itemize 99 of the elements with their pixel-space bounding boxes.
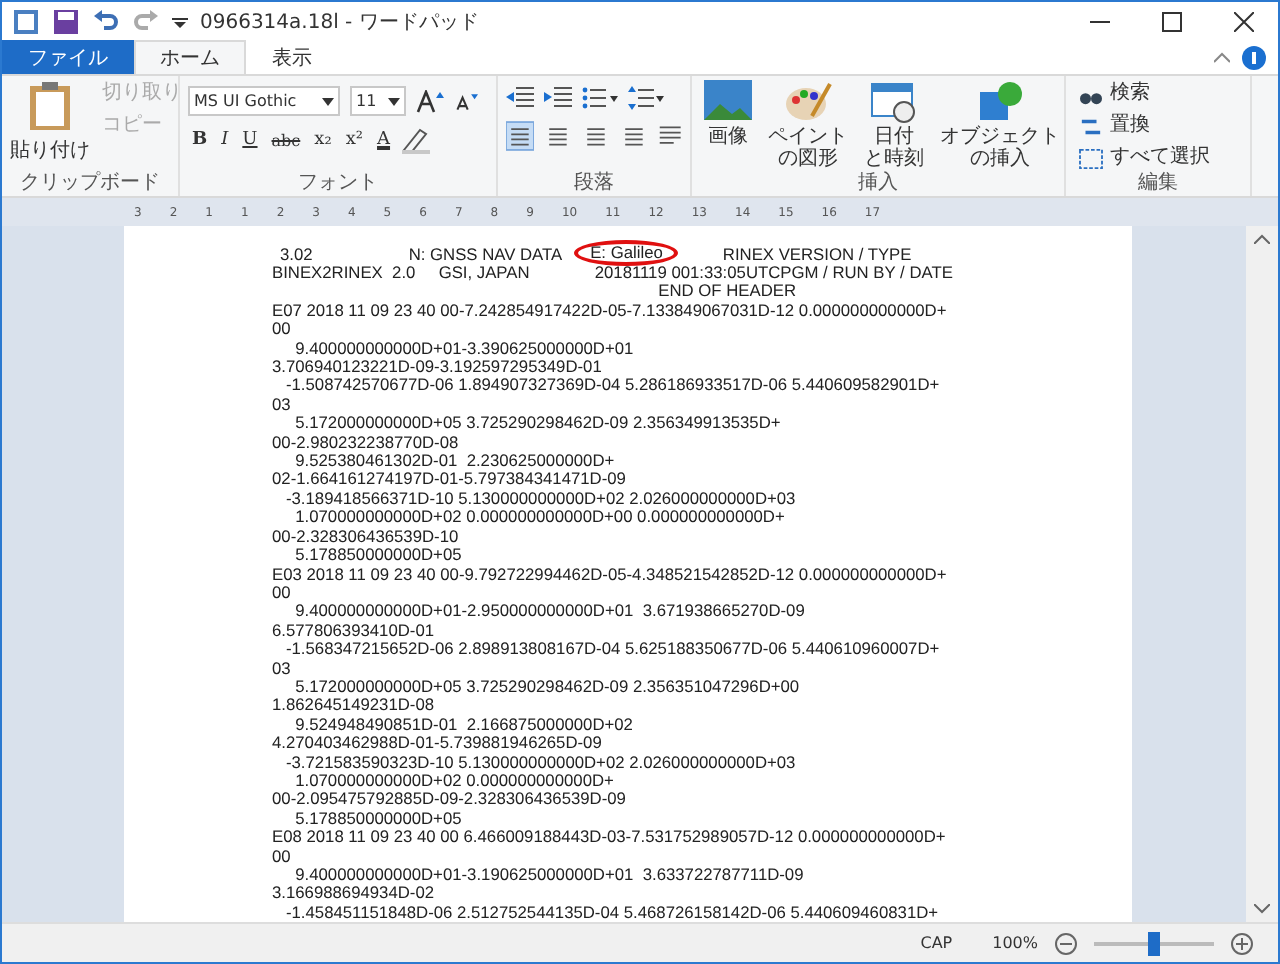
zoom-percent: 100%: [992, 934, 1038, 952]
font-size-field[interactable]: 11: [350, 86, 406, 116]
paragraph-icon[interactable]: [657, 122, 683, 150]
text-line: -1.458451151848D-06 2.512752544135D-04 5.468726158142D-06 5.440609460831D+: [283, 903, 941, 922]
text-line: 00: [272, 320, 293, 340]
save-icon[interactable]: [52, 7, 80, 35]
group-label: 編集: [1136, 172, 1180, 196]
scroll-down-icon[interactable]: [1254, 904, 1270, 914]
text-line: 4.270403462988D-01-5.739881946265D-09: [272, 734, 604, 754]
insert-button[interactable]: ペイント の図形: [764, 80, 852, 172]
text-line: E03 2018 11 09 23 40 00-9.792722994462D-05-4.348521542852D-12 0.000000000000D+: [272, 565, 949, 584]
ribbon-tab[interactable]: ホーム: [134, 40, 246, 74]
text-line: -1.508742570677D-06 1.894907327369D-04 5.286186933517D-06 5.440609582901D+: [283, 376, 942, 396]
edit-action[interactable]: 置換: [1074, 112, 1242, 140]
text-line: 9.400000000000D+01-3.390625000000D+01: [293, 339, 636, 359]
object-icon: [976, 80, 1024, 124]
app-icon[interactable]: [12, 7, 40, 35]
format-button[interactable]: U: [238, 130, 262, 150]
palette-icon: [784, 80, 832, 124]
picture-icon: [704, 80, 752, 124]
collapse-icon[interactable]: [1214, 51, 1230, 63]
group-label: クリップボード: [18, 172, 162, 196]
highlighter-icon[interactable]: [400, 126, 433, 154]
text-line: END OF HEADER: [656, 282, 798, 302]
text-line: -3.721583590323D-10 5.130000000000D+02 2.026000000000D+03: [283, 753, 798, 772]
text-line: 3.02: [280, 243, 313, 263]
text-line: 03: [272, 659, 293, 678]
paste-button[interactable]: 貼り付け: [10, 80, 90, 172]
format-button[interactable]: x₂: [310, 130, 336, 150]
text-line: 9.400000000000D+01-2.950000000000D+01 3.671938665270D-09: [293, 602, 807, 622]
group-label: フォント: [296, 172, 380, 196]
group-label: 段落: [572, 172, 616, 196]
help-icon[interactable]: [1242, 45, 1266, 69]
insert-button[interactable]: オブジェクト の挿入: [936, 80, 1064, 172]
slider-thumb[interactable]: [1148, 931, 1160, 955]
indent-increase-icon[interactable]: [544, 86, 572, 110]
scrollbar[interactable]: [1246, 226, 1278, 922]
zoom-out-icon[interactable]: [1054, 931, 1078, 955]
text-line: 00: [272, 583, 293, 603]
text-line: E07 2018 11 09 23 40 00-7.242854917422D-05-7.133849067031D-12 0.000000000000D+: [272, 301, 949, 321]
text-line: 00-2.328306436539D-10: [272, 527, 461, 547]
text-line: 9.525380461302D-01 2.230625000000D+: [293, 452, 617, 471]
text-line: 5.172000000000D+05 3.725290298462D-09 2.356349913535D+: [293, 414, 783, 434]
insert-button[interactable]: 画像: [700, 80, 756, 172]
indent-decrease-icon[interactable]: [506, 86, 534, 110]
edit-action[interactable]: 検索: [1074, 80, 1242, 108]
format-button[interactable]: abc: [267, 131, 305, 149]
window-title: 0966314a.18l - ワードパッド: [200, 9, 479, 35]
insert-button[interactable]: 日付 と時刻: [860, 80, 928, 172]
text-line: 5.178850000000D+05: [293, 546, 464, 565]
text-line: RINEX VERSION / TYPE: [722, 243, 912, 263]
text-line: 6.577806393410D-01: [272, 621, 437, 641]
text-line: 3.706940123221D-09-3.192597295349D-01: [272, 358, 604, 377]
dropdown-arrow-icon[interactable]: [388, 97, 400, 105]
calendar-clock-icon: [870, 80, 918, 124]
circled-text: E: Galileo: [574, 240, 679, 266]
text-line: E08 2018 11 09 23 40 00 6.466009188443D-03-7.531752989057D-12 0.000000000000D+: [272, 828, 948, 848]
text-line: N: GNSS NAV DATA: [408, 243, 563, 263]
text-line: 1.070000000000D+02 0.000000000000D+: [293, 771, 616, 791]
text-line: 3.166988694934D-02: [272, 884, 437, 904]
text-line: -3.189418566371D-10 5.130000000000D+02 2.026000000000D+03: [283, 489, 798, 509]
text-line: 5.178850000000D+05: [293, 809, 464, 829]
text-line: 03: [272, 395, 293, 415]
zoom-in-icon[interactable]: [1230, 931, 1254, 955]
close-icon[interactable]: [1234, 11, 1254, 31]
font-family-field[interactable]: MS UI Gothic: [188, 86, 340, 116]
format-button[interactable]: B: [188, 130, 212, 150]
text-line: 9.400000000000D+01-3.190625000000D+01 3.633722787711D-09: [293, 866, 806, 885]
grow-font-icon[interactable]: [416, 89, 444, 113]
format-button[interactable]: I: [217, 130, 233, 150]
scroll-up-icon[interactable]: [1254, 234, 1270, 244]
text-line: 1.070000000000D+02 0.000000000000D+00 0.000000000000D+: [293, 508, 787, 528]
text-line: 00-2.095475792885D-09-2.328306436539D-09: [272, 790, 628, 810]
text-line: 9.524948490851D-01 2.166875000000D+02: [293, 715, 635, 735]
ribbon-tab[interactable]: ファイル: [2, 40, 134, 74]
group-label: 挿入: [856, 172, 900, 196]
text-line: 5.172000000000D+05 3.725290298462D-09 2.356351047296D+00: [293, 677, 802, 697]
shrink-font-icon[interactable]: [454, 90, 478, 112]
text-line: -1.568347215652D-06 2.898913808167D-04 5.625188350677D-06 5.440610960007D+: [283, 640, 942, 660]
align-icon[interactable]: [506, 120, 534, 152]
caps-indicator: CAP: [920, 934, 953, 952]
undo-icon[interactable]: [92, 7, 120, 35]
maximize-icon[interactable]: [1162, 11, 1182, 31]
dropdown-arrow-icon[interactable]: [322, 97, 334, 105]
text-line: 00: [272, 847, 293, 866]
caret-icon[interactable]: [172, 13, 188, 29]
text-line: 02-1.664161274197D-01-5.797384341471D-09: [272, 470, 628, 490]
format-button[interactable]: x²: [341, 130, 368, 150]
text-line: 1.862645149231D-08: [272, 696, 437, 716]
format-button[interactable]: A: [373, 130, 395, 150]
replace-icon: [1078, 115, 1104, 137]
bullet-list-icon[interactable]: [582, 86, 618, 110]
text-line: 00-2.980232238770D-08: [272, 433, 461, 453]
clipboard-icon: [28, 80, 72, 132]
select-all-icon: [1078, 147, 1104, 169]
ribbon-tab[interactable]: 表示: [246, 40, 338, 74]
edit-action[interactable]: すべて選択: [1074, 144, 1242, 172]
line-spacing-icon[interactable]: [628, 86, 664, 110]
text-line: BINEX2RINEX 2.0 GSI, JAPAN 20181119 001:33:05UTCPGM / RUN BY / DATE: [272, 264, 955, 283]
